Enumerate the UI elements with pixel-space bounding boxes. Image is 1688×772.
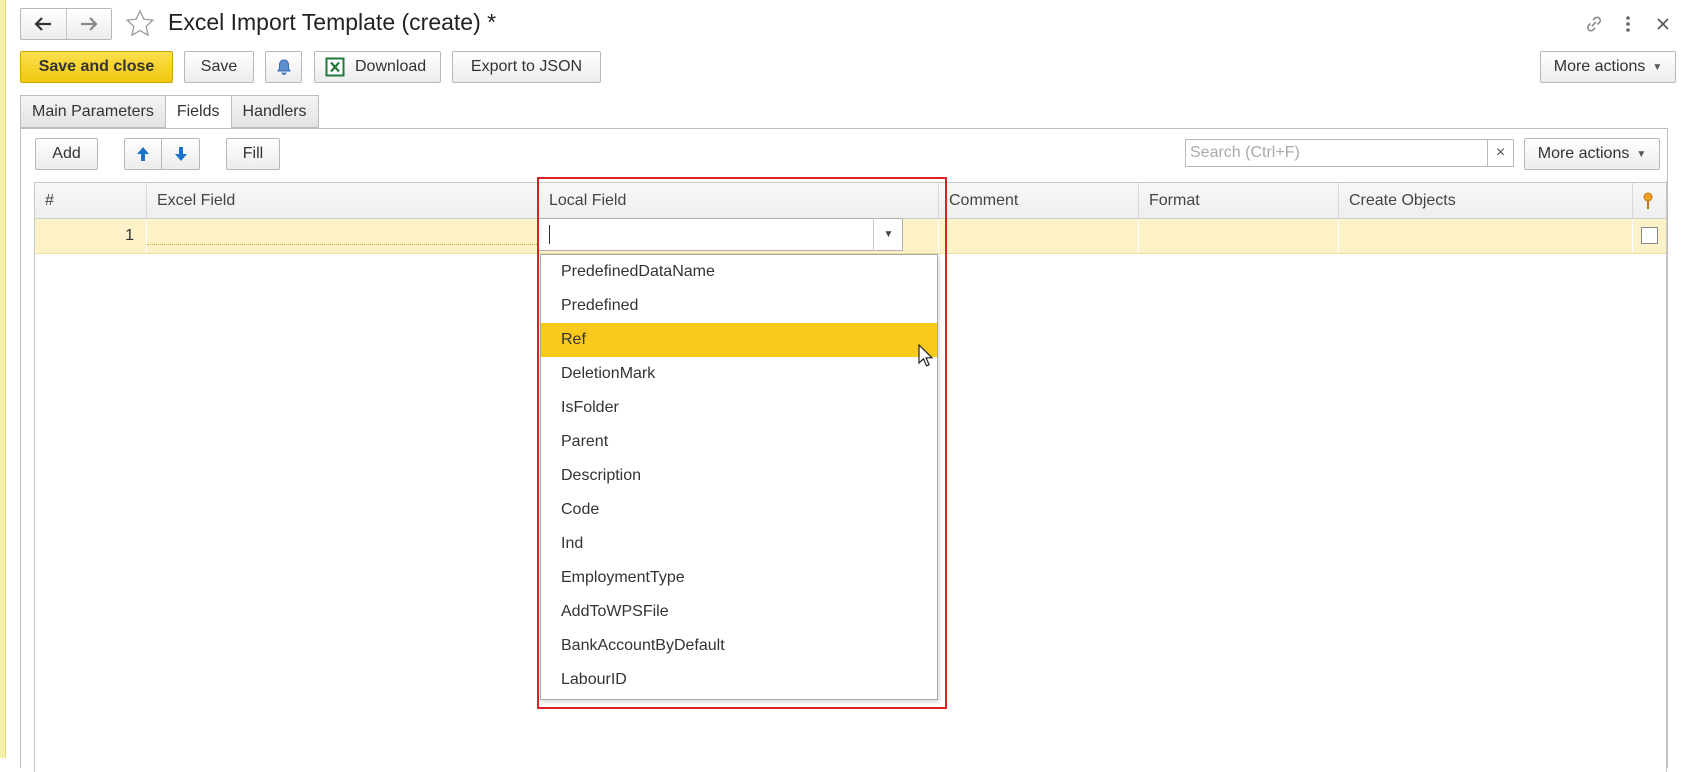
dropdown-item-employment-type[interactable]: EmploymentType xyxy=(541,561,937,595)
mouse-cursor-icon xyxy=(918,343,934,373)
dropdown-item-ref[interactable]: Ref xyxy=(541,323,937,357)
create-objects-cell[interactable] xyxy=(1339,219,1633,253)
left-edge-strip xyxy=(0,0,6,758)
forward-arrow-icon xyxy=(80,17,98,31)
dropdown-item-description[interactable]: Description xyxy=(541,459,937,493)
excel-icon xyxy=(325,57,345,77)
star-icon xyxy=(125,9,155,37)
link-button[interactable] xyxy=(1582,12,1606,36)
comment-cell[interactable] xyxy=(939,219,1139,253)
create-objects-checkbox[interactable] xyxy=(1641,227,1658,244)
column-header-number[interactable]: # xyxy=(35,183,147,218)
local-field-input[interactable] xyxy=(537,218,903,251)
close-button[interactable] xyxy=(1652,13,1674,35)
format-cell[interactable] xyxy=(1139,219,1339,253)
back-arrow-icon xyxy=(34,17,52,31)
excel-field-cell[interactable] xyxy=(147,219,539,245)
download-button[interactable]: Download xyxy=(314,51,441,83)
local-field-dropdown-button[interactable]: ▼ xyxy=(873,218,903,251)
more-actions-label: More actions xyxy=(1553,58,1646,75)
tab-main-parameters[interactable]: Main Parameters xyxy=(20,95,165,128)
row-number-cell: 1 xyxy=(35,219,147,253)
save-and-close-button[interactable]: Save and close xyxy=(20,51,173,83)
chevron-down-icon: ▼ xyxy=(1636,148,1647,160)
favorite-star-button[interactable] xyxy=(125,9,155,39)
link-icon xyxy=(1587,16,1601,32)
column-header-format[interactable]: Format xyxy=(1139,183,1339,218)
column-header-local-field[interactable]: Local Field xyxy=(539,183,939,218)
chevron-down-icon: ▼ xyxy=(1652,61,1663,73)
pin-icon xyxy=(1643,192,1653,209)
dropdown-item-deletion-mark[interactable]: DeletionMark xyxy=(541,357,937,391)
fields-more-actions-label: More actions xyxy=(1537,145,1630,162)
reminder-button[interactable] xyxy=(265,51,302,83)
row-number: 1 xyxy=(125,227,134,244)
dropdown-item-predefined-data-name[interactable]: PredefinedDataName xyxy=(541,255,937,289)
column-header-excel-field[interactable]: Excel Field xyxy=(147,183,539,218)
bell-icon xyxy=(276,59,291,75)
forward-button[interactable] xyxy=(67,9,112,39)
dropdown-item-ind[interactable]: Ind xyxy=(541,527,937,561)
tab-bar: Main Parameters Fields Handlers xyxy=(20,95,319,129)
arrow-down-icon xyxy=(174,147,187,161)
dropdown-item-add-to-wpsfile[interactable]: AddToWPSFile xyxy=(541,595,937,629)
create-objects-checkbox-cell[interactable] xyxy=(1633,219,1668,253)
column-header-pin[interactable] xyxy=(1633,183,1668,218)
search-clear-button[interactable]: × xyxy=(1488,139,1514,167)
dropdown-item-predefined[interactable]: Predefined xyxy=(541,289,937,323)
tab-handlers[interactable]: Handlers xyxy=(230,95,319,128)
arrow-up-icon xyxy=(137,147,149,161)
dropdown-item-labour-id[interactable]: LabourID xyxy=(541,663,937,697)
add-button[interactable]: Add xyxy=(35,138,98,170)
dropdown-item-parent[interactable]: Parent xyxy=(541,425,937,459)
chevron-down-icon: ▼ xyxy=(883,229,894,240)
kebab-menu-icon xyxy=(1626,16,1630,32)
fill-button[interactable]: Fill xyxy=(226,138,280,170)
window-title: Excel Import Template (create) * xyxy=(168,9,497,35)
local-field-dropdown-list: PredefinedDataName Predefined Ref DeletionM… xyxy=(540,254,938,700)
move-up-button[interactable] xyxy=(124,138,162,170)
dropdown-item-code[interactable]: Code xyxy=(541,493,937,527)
move-down-button[interactable] xyxy=(161,138,200,170)
search-input[interactable]: Search (Ctrl+F) xyxy=(1185,139,1488,167)
tab-fields[interactable]: Fields xyxy=(164,95,231,129)
navigation-buttons xyxy=(20,8,112,40)
back-button[interactable] xyxy=(21,9,67,39)
close-icon xyxy=(1657,18,1669,30)
fields-more-actions-button[interactable]: More actions ▼ xyxy=(1524,138,1660,170)
dropdown-item-bank-account-by-default[interactable]: BankAccountByDefault xyxy=(541,629,937,663)
text-caret xyxy=(549,225,550,244)
save-button[interactable]: Save xyxy=(184,51,254,83)
table-header: # Excel Field Local Field Comment Format… xyxy=(35,183,1666,219)
export-json-button[interactable]: Export to JSON xyxy=(452,51,601,83)
column-header-create-objects[interactable]: Create Objects xyxy=(1339,183,1633,218)
column-header-comment[interactable]: Comment xyxy=(939,183,1139,218)
download-label: Download xyxy=(355,58,427,75)
more-actions-button[interactable]: More actions ▼ xyxy=(1540,51,1676,83)
dropdown-item-is-folder[interactable]: IsFolder xyxy=(541,391,937,425)
kebab-menu-button[interactable] xyxy=(1620,12,1636,36)
